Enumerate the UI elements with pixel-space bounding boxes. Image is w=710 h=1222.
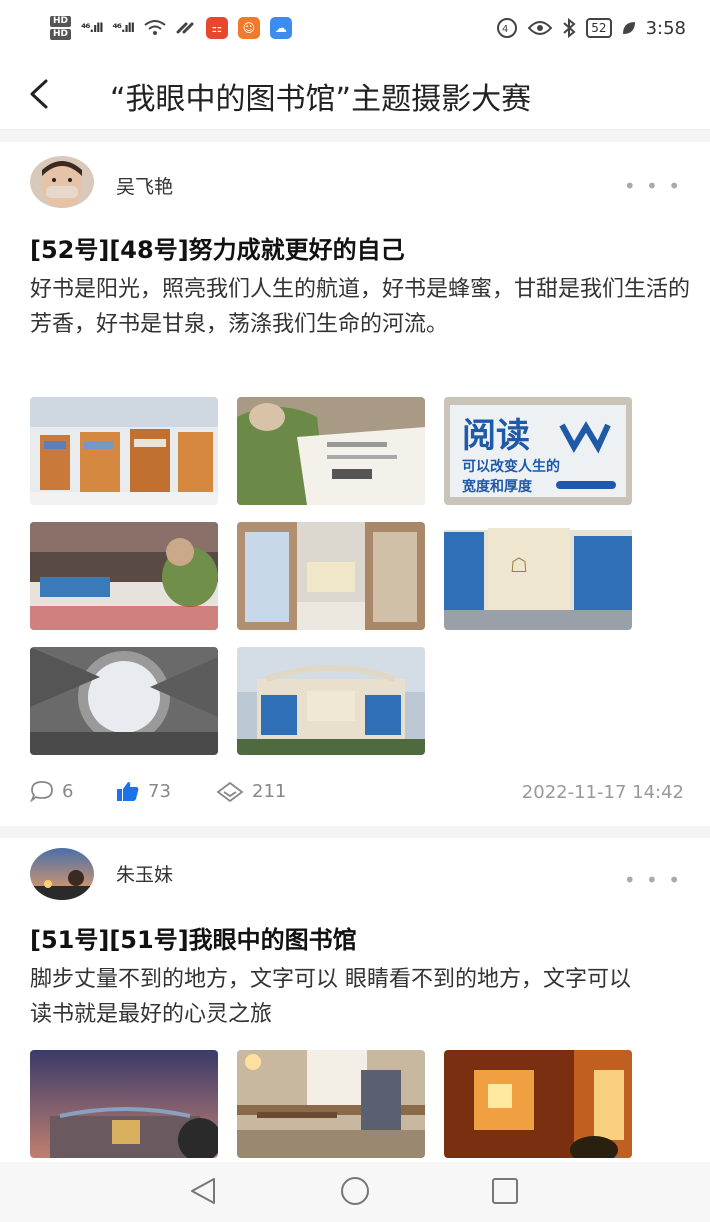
eye-icon: [216, 781, 244, 802]
status-left: HD HD ⁴⁶.ıll ⁴⁶.ıll ⚏ ☺ ☁: [50, 15, 292, 41]
sign-sub-text-2: 宽度和厚度: [462, 478, 533, 495]
comment-count[interactable]: 6: [30, 780, 73, 802]
comment-icon: [30, 781, 53, 802]
like-count[interactable]: 73: [116, 780, 171, 802]
hd-call-icon: 4: [497, 18, 518, 38]
hd-badge-2: HD: [50, 29, 72, 40]
avatar[interactable]: [30, 848, 94, 900]
photo-thumbnail[interactable]: ☖: [444, 522, 632, 630]
avatar[interactable]: [30, 156, 94, 208]
svg-text:4: 4: [502, 24, 508, 35]
post-body: 好书是阳光，照亮我们人生的航道，好书是蜂蜜，甘甜是我们生活的芳香，好书是甘泉，荡…: [30, 277, 691, 337]
eye-comfort-icon: [528, 21, 553, 35]
thumbs-up-icon: [117, 782, 139, 801]
sign-sub-text: 可以改变人生的: [462, 458, 560, 475]
more-dots-icon[interactable]: • • •: [624, 868, 682, 892]
photo-thumbnail[interactable]: [237, 522, 425, 630]
photo-thumbnail[interactable]: [444, 1050, 632, 1158]
app-notification-icon-1: ⚏: [205, 17, 228, 39]
post-title[interactable]: [52号][48号]努力成就更好的自己: [30, 230, 405, 265]
leaf-icon: [622, 22, 635, 34]
status-right: 4 52 3:58: [496, 17, 686, 39]
sign-main-text: 阅读: [462, 416, 530, 456]
photo-thumbnail[interactable]: [30, 647, 218, 755]
signal-icon-1: ⁴⁶.ıll: [81, 21, 103, 35]
post-title[interactable]: [51号][51号]我眼中的图书馆: [30, 920, 357, 955]
section-divider: [0, 826, 710, 838]
app-notification-icon-2: ☺: [237, 17, 260, 39]
cloud-icon: ☁: [269, 17, 292, 39]
photo-thumbnail[interactable]: [30, 522, 218, 630]
post-card[interactable]: 朱玉妹 • • • [51号][51号]我眼中的图书馆 脚步丈量不到的地方，文字…: [0, 838, 710, 1168]
battery-indicator: 52: [586, 18, 612, 38]
section-divider: [0, 130, 710, 142]
view-count-value: 211: [252, 780, 287, 802]
status-bar: HD HD ⁴⁶.ıll ⁴⁶.ıll ⚏ ☺ ☁ 4 52 3:58: [0, 0, 710, 56]
svg-text:☖: ☖: [510, 553, 528, 577]
post-body: 脚步丈量不到的地方，文字可以 眼睛看不到的地方，文字可以 读书就是最好的心灵之旅: [30, 967, 631, 1027]
comment-count-value: 6: [62, 780, 74, 802]
signal-icon-2: ⁴⁶.ıll: [112, 21, 134, 35]
system-nav-bar: [0, 1162, 710, 1222]
bluetooth-icon: [563, 18, 576, 38]
like-count-value: 73: [148, 780, 171, 802]
photo-thumbnail[interactable]: [30, 397, 218, 505]
photo-thumbnail[interactable]: [237, 1050, 425, 1158]
recents-square-icon[interactable]: [490, 1176, 520, 1206]
hd-badge-1: HD: [50, 16, 72, 27]
photo-thumbnail[interactable]: [30, 1050, 218, 1158]
post-timestamp: 2022-11-17 14:42: [521, 782, 684, 803]
photo-thumbnail[interactable]: [237, 397, 425, 505]
page-title: “我眼中的图书馆”主题摄影大赛: [110, 82, 532, 117]
clock: 3:58: [645, 17, 686, 39]
author-name[interactable]: 朱玉妹: [116, 860, 173, 887]
wifi-icon: [144, 20, 166, 35]
page-header: “我眼中的图书馆”主题摄影大赛: [0, 58, 710, 130]
photo-thumbnail[interactable]: [237, 647, 425, 755]
home-circle-icon[interactable]: [339, 1176, 371, 1208]
view-count: 211: [216, 780, 286, 802]
link-icon: [176, 22, 194, 34]
hd-indicator: HD HD: [50, 15, 72, 41]
post-stats: 6 73 211 2022-11-17 14:42: [30, 780, 684, 810]
chevron-left-icon[interactable]: [26, 78, 54, 110]
back-triangle-icon[interactable]: [188, 1176, 218, 1206]
more-dots-icon[interactable]: • • •: [624, 174, 682, 198]
photo-thumbnail[interactable]: 阅读可以改变人生的 宽度和厚度: [444, 397, 632, 505]
post-card[interactable]: 吴飞艳 • • • [52号][48号]努力成就更好的自己 好书是阳光，照亮我们…: [0, 142, 710, 822]
author-name[interactable]: 吴飞艳: [116, 172, 173, 199]
